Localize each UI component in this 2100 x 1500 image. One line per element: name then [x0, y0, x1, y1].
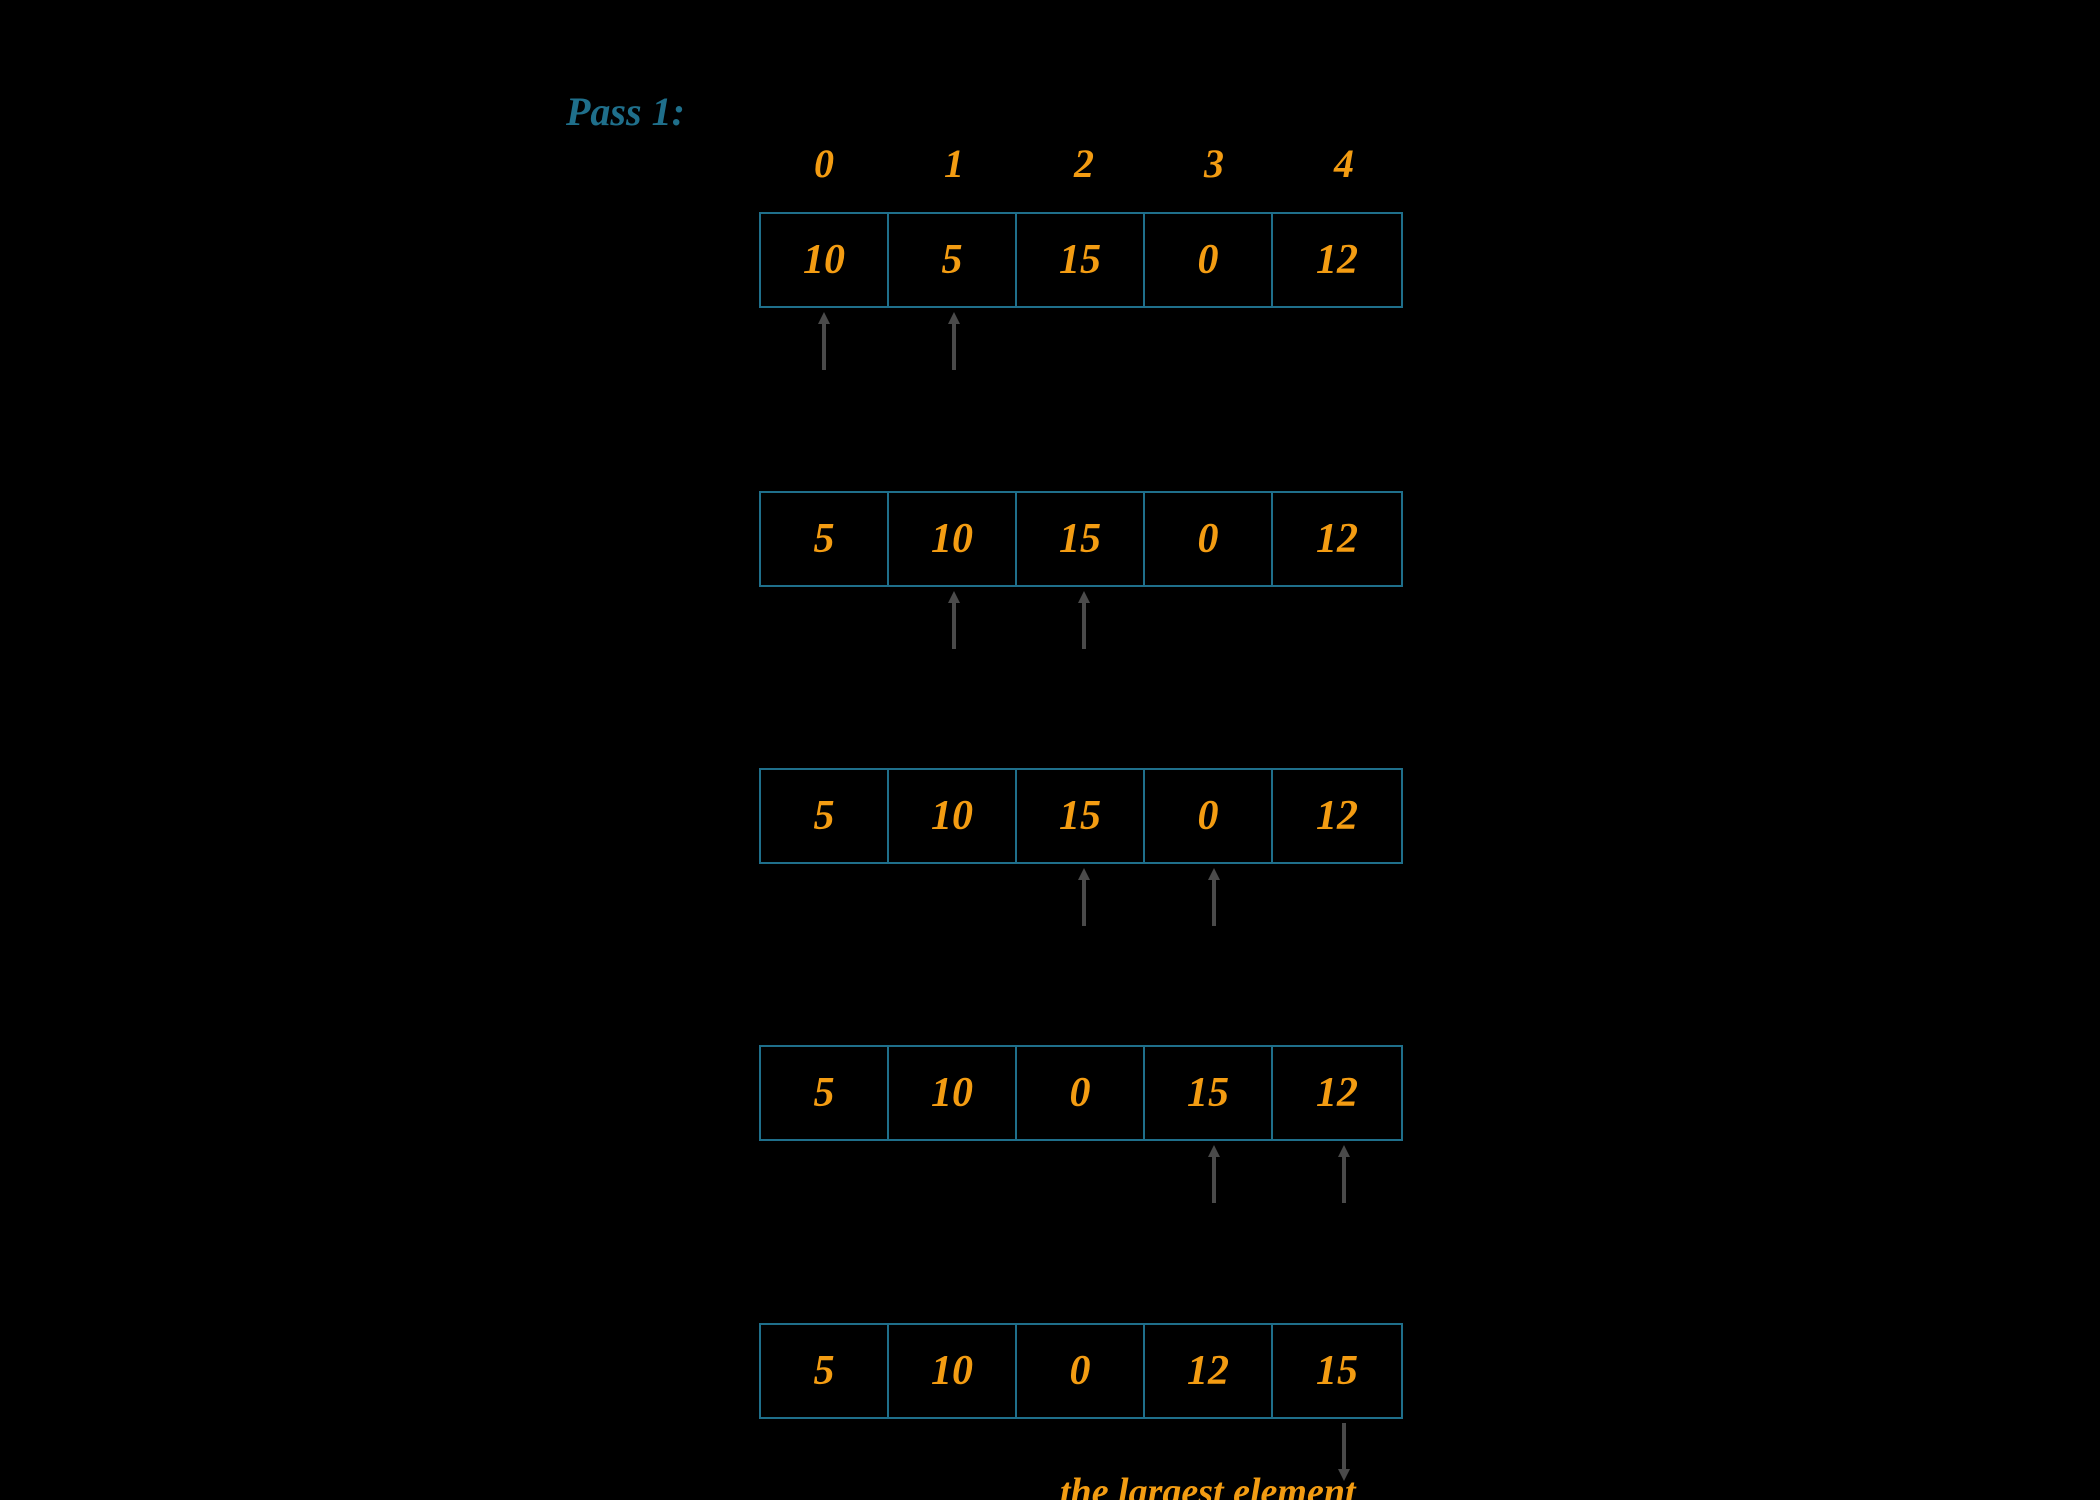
array-cell: 5	[761, 493, 889, 585]
array-cell: 12	[1273, 493, 1401, 585]
array-cell: 10	[761, 214, 889, 306]
largest-element-caption: the largest element	[1060, 1470, 1356, 1500]
array-row-4: 5 10 0 15 12	[759, 1045, 1403, 1141]
index-label: 0	[759, 140, 889, 187]
array-cell: 0	[1145, 214, 1273, 306]
array-cell: 5	[761, 770, 889, 862]
diagram-stage: Pass 1: 0 1 2 3 4 10 5 15 0 12 5 10 15 0…	[0, 0, 2100, 1500]
arrow-up-icon	[814, 312, 834, 370]
array-cell: 12	[1145, 1325, 1273, 1417]
arrow-up-icon	[1334, 1145, 1354, 1203]
array-cell: 10	[889, 770, 1017, 862]
index-label: 3	[1149, 140, 1279, 187]
array-cell: 12	[1273, 1047, 1401, 1139]
arrow-up-icon	[944, 591, 964, 649]
index-label: 2	[1019, 140, 1149, 187]
index-label: 4	[1279, 140, 1409, 187]
array-row-5: 5 10 0 12 15	[759, 1323, 1403, 1419]
array-cell: 0	[1017, 1325, 1145, 1417]
array-cell: 15	[1017, 770, 1145, 862]
array-row-3: 5 10 15 0 12	[759, 768, 1403, 864]
array-cell: 15	[1017, 214, 1145, 306]
array-cell: 15	[1273, 1325, 1401, 1417]
arrow-up-icon	[1204, 1145, 1224, 1203]
array-cell: 10	[889, 1325, 1017, 1417]
array-cell: 10	[889, 1047, 1017, 1139]
array-cell: 15	[1145, 1047, 1273, 1139]
array-cell: 0	[1017, 1047, 1145, 1139]
array-row-1: 10 5 15 0 12	[759, 212, 1403, 308]
arrow-up-icon	[1074, 591, 1094, 649]
array-cell: 0	[1145, 770, 1273, 862]
array-cell: 12	[1273, 770, 1401, 862]
array-cell: 12	[1273, 214, 1401, 306]
array-row-2: 5 10 15 0 12	[759, 491, 1403, 587]
index-row: 0 1 2 3 4	[759, 140, 1409, 187]
array-cell: 10	[889, 493, 1017, 585]
arrow-up-icon	[1204, 868, 1224, 926]
index-label: 1	[889, 140, 1019, 187]
array-cell: 5	[761, 1325, 889, 1417]
array-cell: 15	[1017, 493, 1145, 585]
array-cell: 5	[889, 214, 1017, 306]
arrow-up-icon	[1074, 868, 1094, 926]
array-cell: 5	[761, 1047, 889, 1139]
array-cell: 0	[1145, 493, 1273, 585]
pass-title: Pass 1:	[566, 88, 685, 135]
arrow-up-icon	[944, 312, 964, 370]
